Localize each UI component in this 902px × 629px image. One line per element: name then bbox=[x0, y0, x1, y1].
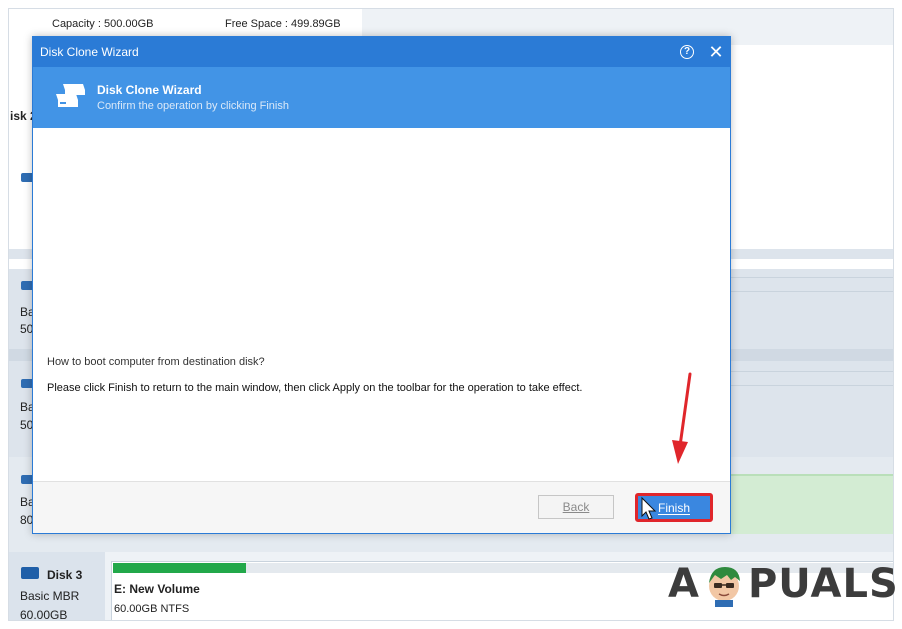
volume-label: E: New Volume bbox=[114, 582, 200, 596]
partition-line bbox=[729, 277, 893, 278]
disk-icon bbox=[21, 567, 39, 579]
partition-line bbox=[729, 371, 893, 372]
finish-button[interactable]: Finish bbox=[635, 493, 713, 522]
disk-clone-wizard-dialog: Disk Clone Wizard ? ✕ Disk Clone Wizard … bbox=[32, 36, 731, 534]
help-button[interactable]: ? bbox=[677, 42, 697, 62]
header-title: Disk Clone Wizard bbox=[97, 83, 202, 97]
finish-button-label: Finish bbox=[657, 500, 690, 515]
dialog-titlebar[interactable]: Disk Clone Wizard ? ✕ bbox=[33, 37, 730, 67]
volume-detail: 60.00GB NTFS bbox=[114, 603, 190, 615]
disk3-info[interactable]: Disk 3 Basic MBR 60.00GB bbox=[9, 552, 105, 621]
mascot-icon bbox=[708, 567, 740, 607]
free-space-text: Free Space : 499.89GB bbox=[225, 18, 341, 30]
close-icon: ✕ bbox=[708, 42, 724, 62]
partition-block[interactable] bbox=[729, 474, 893, 534]
close-button[interactable]: ✕ bbox=[706, 42, 726, 62]
usage-bar-fill bbox=[113, 563, 246, 573]
disk3-type: Basic MBR bbox=[20, 589, 80, 603]
watermark-letter: A bbox=[668, 561, 700, 607]
watermark-text: PUALS bbox=[747, 561, 899, 607]
wizard-footer: Back Finish bbox=[33, 481, 730, 533]
partition-line bbox=[729, 291, 893, 292]
appuals-watermark: A PUALS bbox=[668, 556, 899, 612]
disk3-size: 60.00GB bbox=[20, 608, 68, 621]
header-subtitle: Confirm the operation by clicking Finish bbox=[97, 100, 289, 112]
wizard-body: How to boot computer from destination di… bbox=[33, 128, 730, 481]
boot-question: How to boot computer from destination di… bbox=[47, 356, 265, 368]
disk3-name: Disk 3 bbox=[47, 568, 83, 582]
back-button-label: Back bbox=[562, 500, 590, 514]
disk-clone-icon bbox=[56, 84, 85, 107]
wizard-header: Disk Clone Wizard Confirm the operation … bbox=[33, 67, 730, 128]
capacity-text: Capacity : 500.00GB bbox=[52, 18, 154, 30]
help-icon: ? bbox=[680, 45, 694, 59]
dialog-title: Disk Clone Wizard bbox=[40, 45, 139, 59]
partition-line bbox=[729, 385, 893, 386]
back-button[interactable]: Back bbox=[538, 495, 614, 519]
instruction-text: Please click Finish to return to the mai… bbox=[47, 382, 583, 394]
